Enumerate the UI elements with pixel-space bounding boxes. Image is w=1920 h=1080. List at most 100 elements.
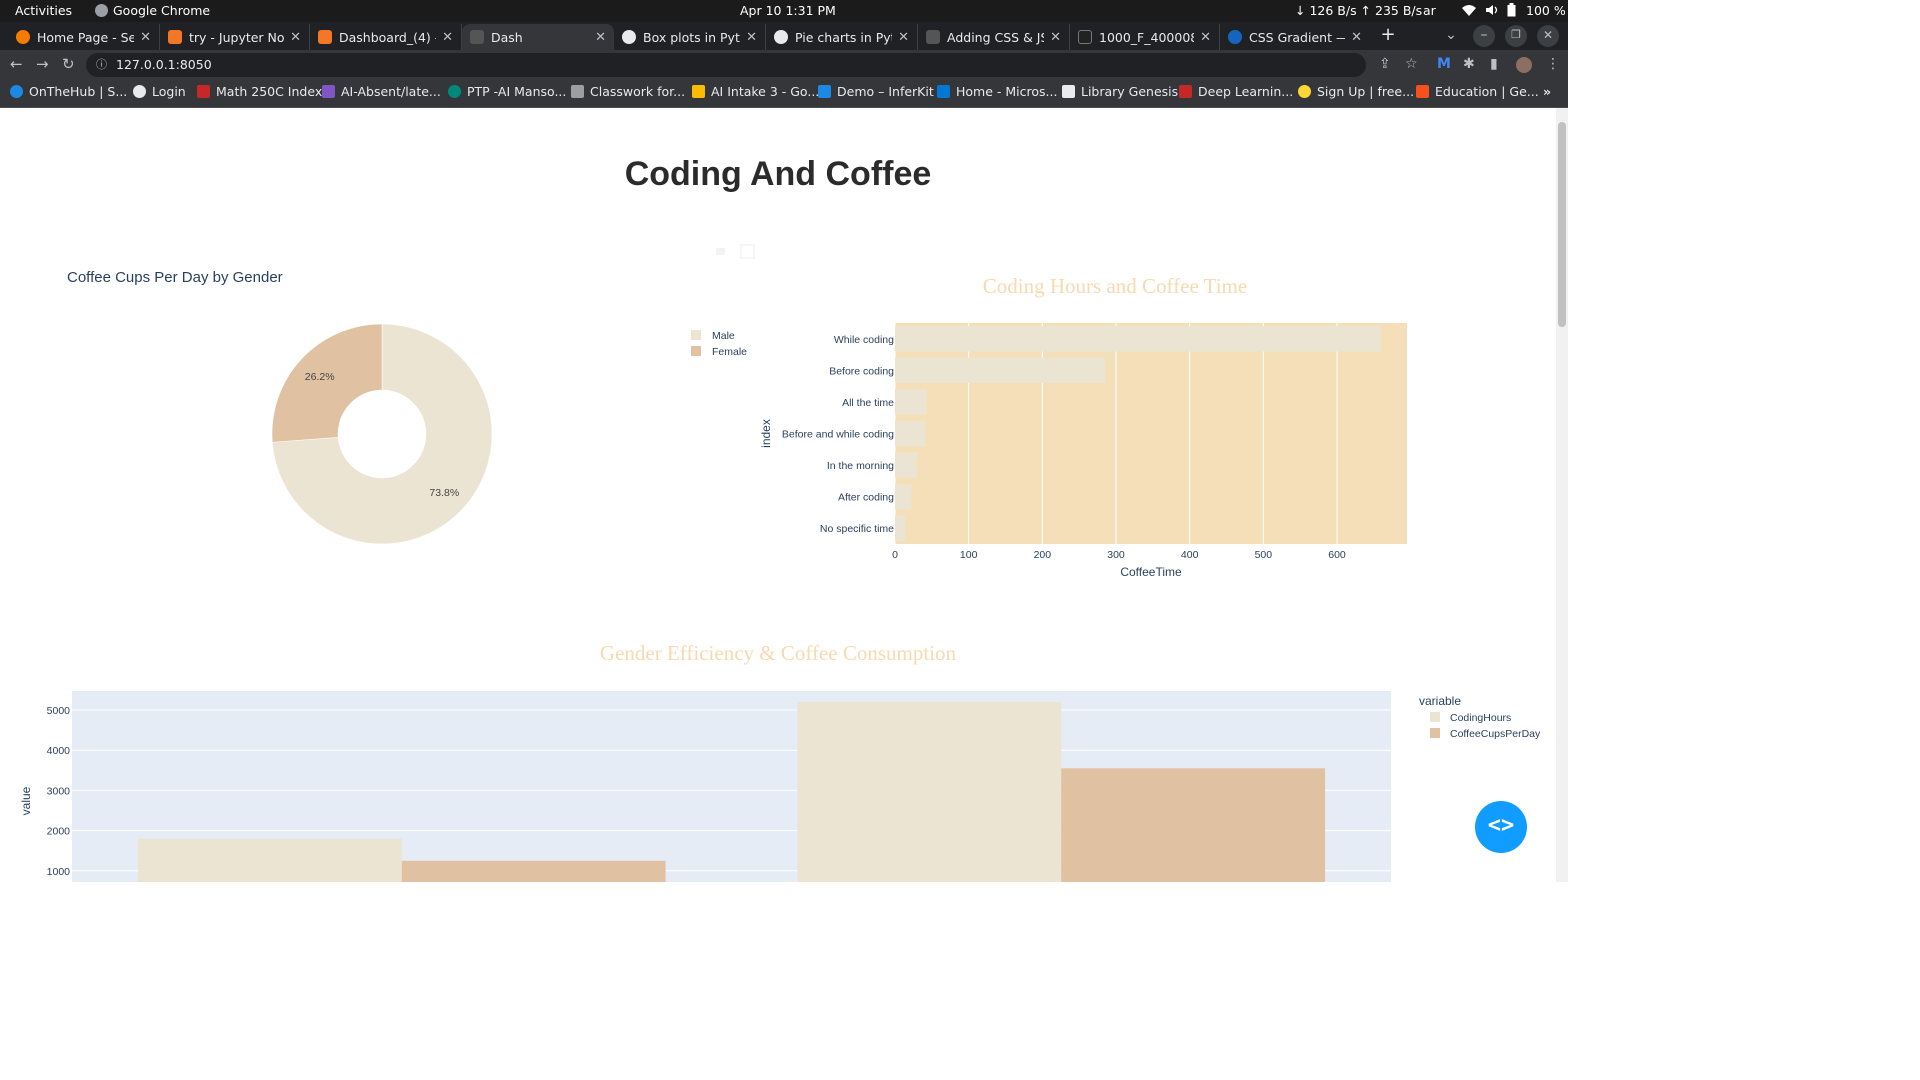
close-tab-icon[interactable]: ✕	[595, 30, 606, 45]
volume-icon[interactable]	[1485, 3, 1499, 20]
bookmark-math[interactable]: Math 250C Index	[197, 84, 322, 99]
tab-dash[interactable]: Dash ✕	[462, 24, 614, 50]
gbar-bar[interactable]	[1061, 768, 1326, 882]
scrollbar-thumb[interactable]	[1558, 122, 1566, 327]
bookmark-onthehub[interactable]: OnTheHub | S...	[10, 84, 127, 99]
side-panel-icon[interactable]: ▮	[1490, 56, 1498, 72]
pie-legend[interactable]: Male Female	[691, 330, 747, 358]
bookmark-microsoft[interactable]: Home - Micros...	[937, 84, 1057, 99]
bookmark-login[interactable]: Login	[133, 84, 186, 99]
tab-label: Box plots in Pytho	[643, 29, 740, 45]
bookmark-education[interactable]: Education | Ge...	[1416, 84, 1539, 99]
bookmark-ai-absent[interactable]: AI-Absent/late...	[322, 84, 441, 99]
hbar-bar[interactable]	[895, 420, 926, 447]
tab-stock-image[interactable]: 1000_F_40000842 ✕	[1070, 24, 1220, 50]
hbar-bar[interactable]	[895, 484, 912, 510]
restore-button[interactable]: ❐	[1505, 25, 1527, 47]
more-bookmarks-chevron-icon[interactable]: »	[1543, 84, 1551, 99]
azure-icon	[937, 85, 950, 98]
wifi-icon[interactable]	[1461, 3, 1477, 20]
hbar-bar[interactable]	[895, 326, 1382, 352]
dash-devtools-button[interactable]: <>	[1475, 801, 1527, 853]
gbar-bar[interactable]	[137, 838, 402, 882]
pie-slice-label: 73.8%	[429, 487, 459, 499]
extension-m-icon[interactable]: M	[1437, 56, 1451, 72]
bookmark-inferkit[interactable]: Demo – InferKit	[818, 84, 934, 99]
browser-toolbar: ← → ↻ ⓘ 127.0.0.1:8050 ⇪ ☆ M ✱ ▮ ⋮	[0, 50, 1568, 80]
tab-home-page[interactable]: Home Page - Selec ✕	[8, 24, 160, 50]
close-tab-icon[interactable]: ✕	[1050, 30, 1061, 45]
close-tab-icon[interactable]: ✕	[140, 30, 151, 45]
plotly-modebar[interactable]	[716, 244, 755, 259]
close-tab-icon[interactable]: ✕	[1200, 30, 1211, 45]
puzzle-icon[interactable]: ✱	[1463, 56, 1475, 72]
close-tab-icon[interactable]: ✕	[1351, 30, 1362, 45]
close-tab-icon[interactable]: ✕	[898, 30, 909, 45]
new-tab-button[interactable]: +	[1377, 25, 1399, 47]
close-tab-icon[interactable]: ✕	[290, 30, 301, 45]
tab-jupyter-dashboard[interactable]: Dashboard_(4) - J ✕	[310, 24, 462, 50]
address-bar[interactable]: ⓘ 127.0.0.1:8050	[86, 53, 1366, 77]
bookmark-favicon-icon	[10, 85, 23, 98]
close-tab-icon[interactable]: ✕	[442, 30, 453, 45]
gbar-y-tick-label: 3000	[47, 785, 71, 797]
close-window-button[interactable]: ✕	[1537, 25, 1559, 47]
gbar-y-tick-label: 2000	[47, 826, 71, 838]
hbar-bar[interactable]	[895, 357, 1105, 383]
tab-box-plots[interactable]: Box plots in Pytho ✕	[614, 24, 766, 50]
forward-arrow-icon[interactable]: →	[36, 55, 49, 73]
share-icon[interactable]: ⇪	[1379, 56, 1391, 72]
star-icon[interactable]: ☆	[1405, 56, 1418, 72]
activities-button[interactable]: Activities	[15, 3, 72, 18]
hbar-bar[interactable]	[895, 452, 918, 478]
gbar-y-axis-label: value	[19, 786, 33, 815]
app-menu[interactable]: Google Chrome	[95, 3, 210, 18]
menu-kebab-icon[interactable]: ⋮	[1546, 56, 1560, 72]
gbar-legend-label: CodingHours	[1450, 712, 1511, 724]
microsoft-icon	[1416, 85, 1429, 98]
bookmark-sign-up[interactable]: Sign Up | free...	[1298, 84, 1414, 99]
tab-jupyter-try[interactable]: try - Jupyter Note ✕	[160, 24, 310, 50]
back-arrow-icon[interactable]: ←	[10, 55, 23, 73]
keyboard-layout[interactable]: ar	[1423, 3, 1436, 18]
minimize-button[interactable]: –	[1473, 25, 1495, 47]
profile-avatar[interactable]	[1516, 57, 1532, 73]
bookmark-ptp[interactable]: PTP -AI Manso...	[448, 84, 566, 99]
bookmark-ai-intake[interactable]: AI Intake 3 - Go...	[692, 84, 819, 99]
page-scrollbar[interactable]	[1556, 108, 1568, 882]
chrome-icon	[95, 4, 108, 17]
hbar-x-tick-label: 400	[1181, 549, 1199, 561]
reload-icon[interactable]: ↻	[62, 55, 75, 73]
gradient-icon	[1228, 30, 1242, 44]
bookmark-label: Home - Micros...	[956, 84, 1058, 99]
bookmark-favicon-icon	[197, 85, 210, 98]
hbar-bar[interactable]	[895, 389, 927, 415]
hbar-chart[interactable]: 0 100 200 300 400 500 600 While coding Before co…	[759, 323, 1407, 579]
gbar-legend-swatch[interactable]	[1430, 712, 1440, 722]
site-info-icon[interactable]: ⓘ	[96, 53, 107, 77]
tab-pie-charts[interactable]: Pie charts in Pytho ✕	[766, 24, 918, 50]
bookmarks-bar: OnTheHub | S... Login Math 250C Index AI…	[0, 80, 1568, 108]
battery-icon[interactable]	[1507, 3, 1516, 20]
bookmark-deep-learning[interactable]: Deep Learnin...	[1179, 84, 1293, 99]
url-text: 127.0.0.1:8050	[116, 57, 212, 72]
gbar-bar[interactable]	[401, 860, 666, 882]
hbar-y-tick-label: After coding	[838, 492, 894, 504]
google-drive-icon	[692, 85, 705, 98]
bookmark-favicon-icon	[1179, 85, 1192, 98]
clock[interactable]: Apr 10 1:31 PM	[740, 3, 836, 18]
grouped-bar-chart[interactable]: 1000 2000 3000 4000 5000 value variable CodingH…	[19, 691, 1541, 882]
hbar-bar[interactable]	[895, 515, 906, 541]
gbar-bar[interactable]	[797, 701, 1062, 882]
tab-adding-css[interactable]: Adding CSS & JS a ✕	[918, 24, 1070, 50]
bookmark-libgen[interactable]: Library Genesis	[1062, 84, 1178, 99]
tab-search-chevron-down-icon[interactable]: ⌄	[1440, 25, 1462, 47]
system-top-bar: Activities Google Chrome Apr 10 1:31 PM …	[0, 0, 1568, 22]
tab-css-gradient[interactable]: CSS Gradient — G ✕	[1220, 24, 1370, 50]
network-speed: ↓ 126 B/s ↑ 235 B/s	[1295, 3, 1423, 18]
close-tab-icon[interactable]: ✕	[746, 30, 757, 45]
pie-chart[interactable]: 73.8% 26.2%	[271, 323, 493, 545]
hbar-y-tick-label: Before and while coding	[782, 429, 894, 441]
bookmark-classwork[interactable]: Classwork for...	[571, 84, 685, 99]
gbar-legend-swatch[interactable]	[1430, 728, 1440, 738]
